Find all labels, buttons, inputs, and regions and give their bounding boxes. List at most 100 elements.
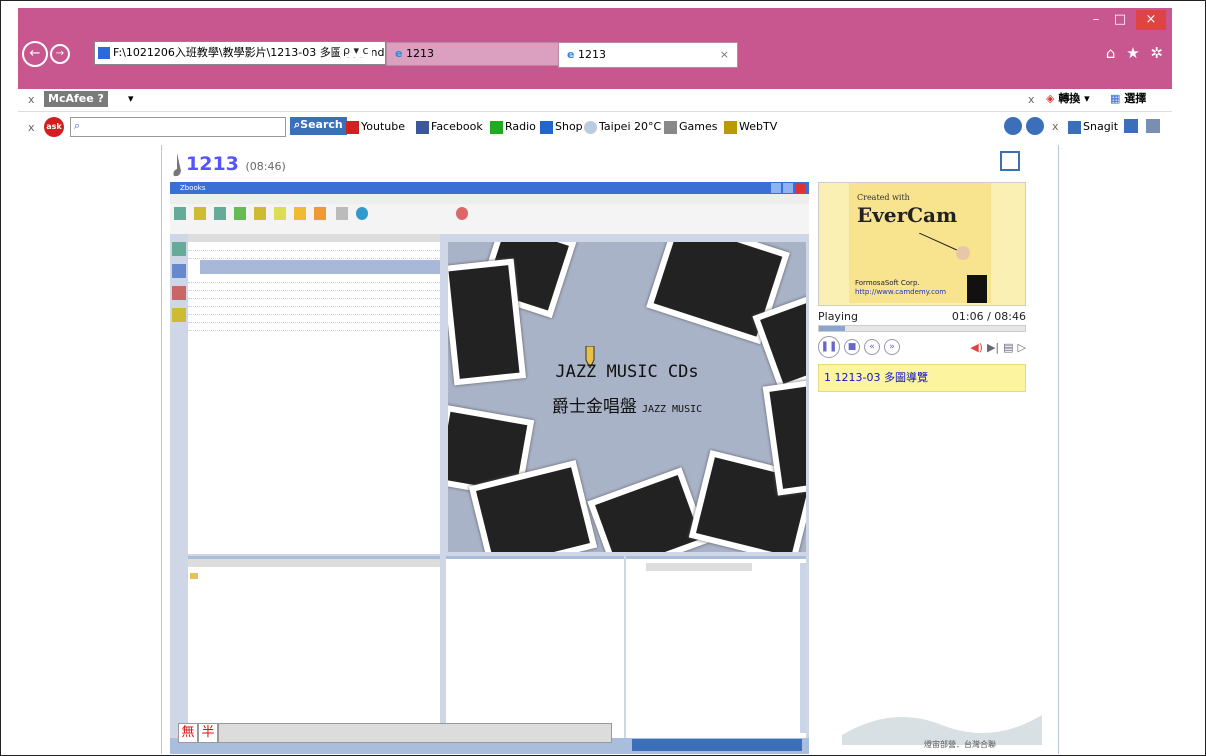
tab-2[interactable]: e 1213 × [558, 42, 738, 68]
captions-icon[interactable]: ▤ [1003, 341, 1013, 354]
status-text: Playing [818, 310, 858, 323]
snagit-editor-icon[interactable] [1146, 119, 1160, 133]
stop-icon[interactable]: ■ [844, 339, 860, 355]
snagit-icon [1068, 120, 1081, 134]
pause-icon[interactable]: ❚❚ [818, 336, 840, 358]
tool-icon [172, 308, 186, 322]
jazz-cover-image: JAZZ MUSIC CDs 爵士金唱盤 JAZZ MUSIC [448, 242, 806, 552]
tool-icon [172, 242, 186, 256]
link-facebook[interactable]: Facebook [416, 119, 483, 135]
maximize-button[interactable]: □ [1110, 10, 1130, 30]
tool-icon [274, 207, 286, 220]
search-icon: ⌕ [74, 119, 81, 132]
browser-toolbar-icons[interactable]: ⌂ ★ ✲ [1106, 44, 1166, 62]
lower-middle-pane [446, 556, 624, 739]
app-tools [170, 204, 809, 234]
toolbar2-close-right[interactable]: x [1052, 119, 1059, 135]
ie-icon: e [567, 48, 575, 61]
link-youtube[interactable]: Youtube [346, 119, 405, 135]
translate-button[interactable]: ◈ 轉換 ▾ [1046, 91, 1090, 107]
time-text: 01:06 / 08:46 [951, 310, 1026, 323]
translate-icon: ◈ [1046, 92, 1055, 105]
search-button[interactable]: ⌕Search [290, 117, 347, 135]
link-games[interactable]: Games [664, 119, 717, 135]
bottom-button-2[interactable]: 半 [198, 723, 218, 743]
logo-company: FormosaSoft Corp. [855, 279, 920, 287]
link-label: WebTV [739, 120, 778, 133]
minimize-button[interactable]: – [1086, 10, 1106, 30]
list-row [188, 316, 440, 323]
volume-icon[interactable]: ◀) [970, 341, 983, 354]
list-row-selected [200, 260, 440, 274]
ask-logo-text: ask [46, 122, 62, 131]
file-list-pane [188, 234, 440, 554]
toolbar2-close[interactable]: x [28, 120, 35, 136]
logo-name: EverCam [857, 203, 958, 227]
list-row [188, 284, 440, 291]
tab-1[interactable]: e 1213 [386, 42, 566, 66]
snagit-label: Snagit [1083, 120, 1119, 133]
snagit-button[interactable]: Snagit [1068, 119, 1118, 135]
select-button[interactable]: ▦ 選擇 [1110, 91, 1146, 107]
evercam-player: 1213 (08:46) Zbooks JAZZ MUSIC CDs 爵士金唱盤… [161, 145, 1059, 754]
evercam-logo-icon [172, 153, 182, 177]
tool-icon [172, 264, 186, 278]
link-webtv[interactable]: WebTV [724, 119, 777, 135]
folder-icon [190, 573, 198, 579]
youtube-icon [346, 120, 359, 134]
jazz-subtitle-en: JAZZ MUSIC [641, 404, 703, 415]
app-title: Zbooks [180, 184, 206, 192]
toolbar-close-right[interactable]: x [1028, 92, 1035, 108]
tool-icon [194, 207, 206, 220]
logo-url: http://www.camdemy.com [855, 288, 947, 296]
lower-right-pane [626, 556, 806, 739]
app-maximize-icon [783, 183, 793, 193]
toolbar-close[interactable]: x [28, 92, 35, 108]
mcafee-button[interactable]: McAfee ? [44, 91, 108, 107]
album-photo [587, 467, 709, 552]
settings-circle-icon[interactable] [1004, 117, 1022, 135]
forward-icon[interactable]: » [884, 339, 900, 355]
forward-button[interactable]: → [50, 44, 70, 64]
link-label: Radio [505, 120, 536, 133]
close-button[interactable]: × [1136, 10, 1166, 30]
mcafee-label: McAfee [48, 92, 94, 105]
tool-icon [314, 207, 326, 220]
address-bar-icons[interactable]: ρ ▾ c [340, 44, 372, 57]
link-radio[interactable]: Radio [490, 119, 536, 135]
list-header [188, 234, 440, 242]
select-label: 選擇 [1124, 92, 1147, 105]
search-circle-icon[interactable] [1026, 117, 1044, 135]
tool-icon [174, 207, 186, 220]
bottom-button-1[interactable]: 無 [178, 723, 198, 743]
jazz-subtitle: 爵士金唱盤 JAZZ MUSIC [448, 392, 806, 417]
scrollbar[interactable] [800, 563, 806, 733]
video-area[interactable]: Zbooks JAZZ MUSIC CDs 爵士金唱盤 JAZZ MUSIC 無… [170, 182, 809, 754]
tool-icon [356, 207, 368, 220]
progress-bar[interactable] [818, 325, 1026, 332]
evercam-logo: Created with EverCam FormosaSoft Corp. h… [818, 182, 1026, 306]
link-shop[interactable]: Shop [540, 119, 583, 135]
next-icon[interactable]: ▶| [987, 341, 999, 354]
chapter-item[interactable]: 1 1213-03 多圖導覽 [818, 364, 1026, 392]
ask-logo: ask [44, 117, 64, 137]
mcafee-menu-icon[interactable]: ▾ [128, 91, 134, 107]
conductor-sleeve [967, 275, 987, 303]
back-button[interactable]: ← [22, 41, 48, 67]
footer-caption: 燈宙部營．台灣合聯 [924, 740, 996, 749]
tool-icon [294, 207, 306, 220]
search-input[interactable]: ⌕ [70, 117, 286, 137]
snagit-capture-icon[interactable] [1124, 119, 1138, 133]
fullscreen-icon[interactable] [1000, 151, 1020, 171]
rewind-icon[interactable]: « [864, 339, 880, 355]
list-row [188, 276, 440, 283]
list-row [188, 244, 440, 251]
browser-titlebar: – □ × ← → F:\1021206入班教學\教學影片\1213-03 多圖… [18, 8, 1172, 89]
pointer-icon[interactable]: ▷ [1018, 341, 1026, 354]
tab-close-icon[interactable]: × [720, 43, 729, 67]
link-label: Youtube [361, 120, 405, 133]
logo-created: Created with [857, 193, 910, 202]
page-title: 1213 (08:46) [186, 153, 286, 175]
link-weather[interactable]: Taipei 20°C [584, 119, 661, 135]
jazz-subtitle-cn: 爵士金唱盤 [551, 397, 637, 417]
